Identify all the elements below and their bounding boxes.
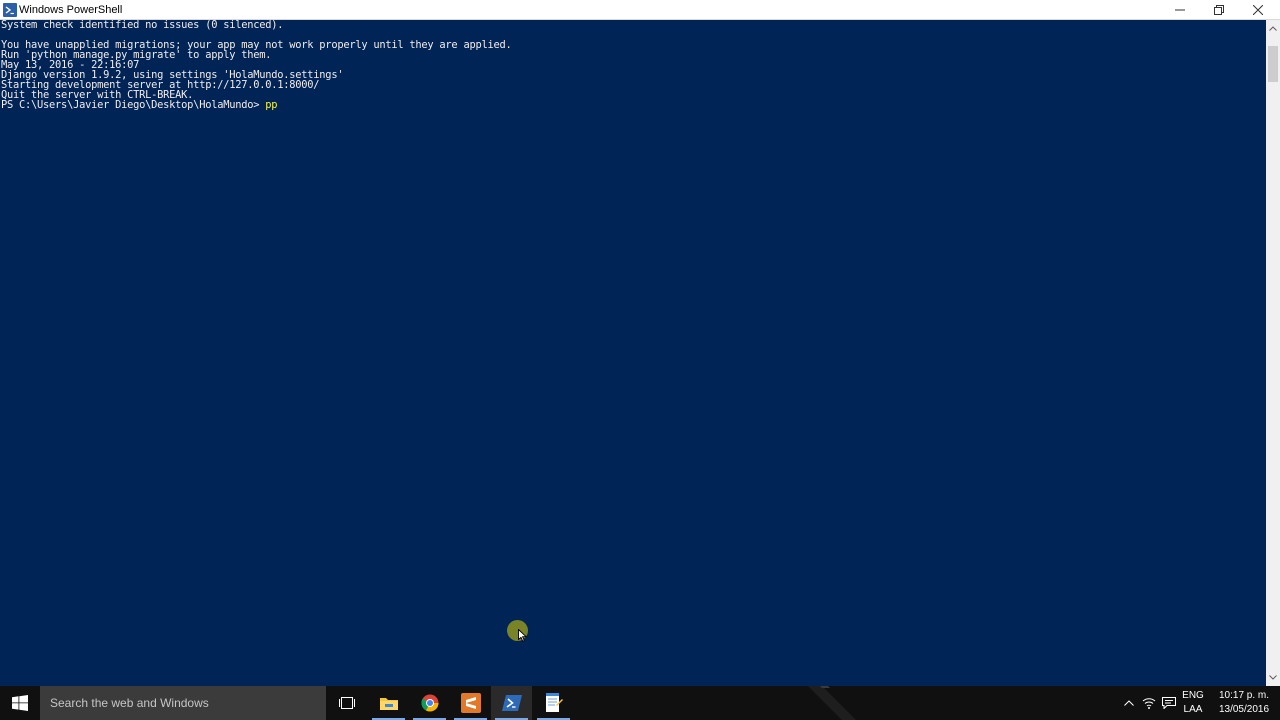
file-explorer-button[interactable]: [368, 686, 409, 720]
network-button[interactable]: [1140, 686, 1158, 720]
restore-button[interactable]: [1199, 0, 1239, 20]
sublime-text-icon: [460, 693, 481, 713]
windows-logo-icon: [12, 695, 28, 711]
scroll-down-button[interactable]: [1266, 669, 1280, 686]
close-button[interactable]: [1238, 0, 1278, 20]
powershell-icon: [3, 3, 17, 17]
chrome-button[interactable]: [409, 686, 450, 720]
chevron-up-icon: [1124, 700, 1134, 706]
notifications-button[interactable]: [1160, 686, 1178, 720]
action-center-icon: [1162, 697, 1176, 709]
wifi-icon: [1142, 698, 1156, 709]
show-hidden-icons-button[interactable]: [1121, 686, 1137, 720]
start-button[interactable]: [0, 686, 40, 720]
language-code: ENG: [1182, 690, 1204, 701]
console-line: System check identified no issues (0 sil…: [1, 20, 284, 31]
sublime-text-button[interactable]: [450, 686, 491, 720]
vertical-scrollbar[interactable]: [1266, 20, 1280, 686]
typed-command[interactable]: pp: [265, 99, 277, 111]
console-output[interactable]: System check identified no issues (0 sil…: [0, 20, 1266, 686]
powershell-taskbar-button[interactable]: [491, 686, 532, 720]
chrome-icon: [420, 694, 438, 712]
language-indicator[interactable]: ENG LAA: [1180, 690, 1206, 716]
clock-time: 10:17 p. m.: [1218, 690, 1270, 701]
clock[interactable]: 10:17 p. m. 13/05/2016: [1208, 689, 1280, 717]
scroll-up-button[interactable]: [1266, 20, 1280, 37]
clock-date: 13/05/2016: [1218, 704, 1270, 715]
window-title: Windows PowerShell: [19, 4, 123, 16]
search-placeholder: Search the web and Windows: [50, 696, 209, 710]
prompt-line[interactable]: PS C:\Users\Javier Diego\Desktop\HolaMun…: [1, 99, 278, 111]
notepad-button[interactable]: [533, 686, 574, 720]
search-box[interactable]: Search the web and Windows: [40, 686, 326, 720]
powershell-icon: [501, 695, 522, 711]
chevron-down-icon: [1269, 675, 1277, 680]
taskbar: Search the web and Windows ENG LAA 10:17…: [0, 686, 1280, 720]
task-view-button[interactable]: [326, 686, 367, 720]
window-title-bar[interactable]: Windows PowerShell: [0, 0, 1280, 20]
file-explorer-icon: [379, 698, 398, 710]
chevron-up-icon: [1269, 26, 1277, 31]
mouse-pointer-icon: [518, 629, 527, 642]
task-view-icon: [338, 697, 355, 709]
scrollbar-thumb[interactable]: [1268, 46, 1278, 82]
restore-icon: [1214, 5, 1224, 15]
minimize-button[interactable]: [1160, 0, 1200, 20]
close-icon: [1253, 5, 1263, 15]
notepad-icon: [545, 693, 563, 712]
prompt-text: PS C:\Users\Javier Diego\Desktop\HolaMun…: [1, 99, 266, 111]
keyboard-layout: LAA: [1183, 704, 1203, 715]
minimize-icon: [1175, 9, 1185, 11]
taskbar-shadow-decoration: [808, 686, 856, 720]
